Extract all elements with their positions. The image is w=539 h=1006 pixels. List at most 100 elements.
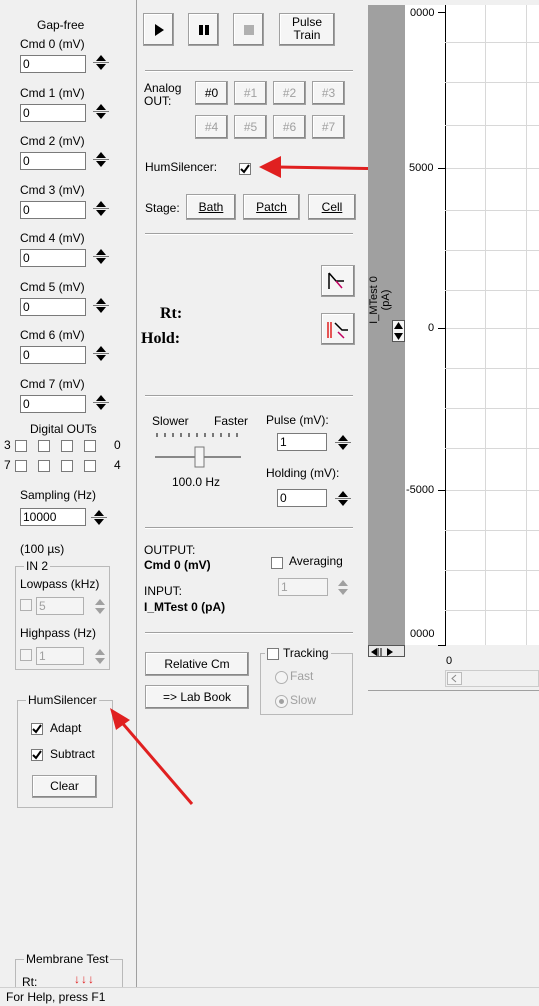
- cmd-6-input[interactable]: 0: [20, 346, 86, 364]
- cmd-6-spinner[interactable]: [93, 344, 109, 362]
- digital-out-checkbox[interactable]: [38, 460, 50, 472]
- analog-out-6-button[interactable]: #6: [273, 115, 306, 139]
- cmd-3-spinner[interactable]: [93, 199, 109, 217]
- pause-button[interactable]: [188, 13, 219, 46]
- horizontal-scrollbar[interactable]: [445, 670, 539, 687]
- highpass-input[interactable]: 1: [36, 647, 84, 665]
- waveform-icon: [328, 272, 344, 289]
- in2-title: IN 2: [24, 559, 51, 573]
- analog-out-2-button[interactable]: #2: [273, 81, 306, 105]
- tracking-checkbox[interactable]: [267, 647, 279, 660]
- axis-scale-spinner[interactable]: [392, 320, 405, 342]
- x-label-start: 0: [446, 655, 453, 667]
- stage-cell-button[interactable]: Cell: [308, 194, 356, 220]
- cmd-4-spinner[interactable]: [93, 247, 109, 265]
- averaging-spinner[interactable]: [335, 578, 351, 596]
- plot-y-axis: [405, 5, 445, 645]
- sampling-period: (100 µs): [20, 542, 65, 556]
- membrane-plot-button[interactable]: [321, 265, 355, 297]
- grid-line: [485, 5, 486, 645]
- averaging-checkbox[interactable]: [271, 557, 283, 569]
- highpass-spinner[interactable]: [92, 647, 108, 665]
- lab-book-button[interactable]: => Lab Book: [145, 685, 249, 709]
- membrane-rt-value: ↓↓↓: [74, 972, 95, 986]
- cmd-5-input[interactable]: 0: [20, 297, 86, 316]
- stage-cell-label: Cell: [321, 200, 343, 214]
- digital-out-checkbox[interactable]: [61, 460, 73, 472]
- cmd-7-spinner[interactable]: [93, 393, 109, 411]
- scroll-left-button[interactable]: [447, 672, 462, 685]
- status-text: For Help, press F1: [6, 990, 106, 1004]
- pulse-spinner[interactable]: [335, 433, 351, 451]
- digital-out-checkbox[interactable]: [15, 460, 27, 472]
- clear-button[interactable]: Clear: [32, 775, 97, 798]
- humsilencer-group-title: HumSilencer: [26, 693, 99, 707]
- checkmark-icon: [32, 724, 42, 734]
- subtract-label: Subtract: [50, 747, 95, 761]
- divider: [145, 233, 353, 235]
- analog-out-0-button[interactable]: #0: [195, 81, 228, 105]
- slow-radio[interactable]: [275, 695, 288, 708]
- cmd-0-spinner[interactable]: [93, 53, 109, 71]
- cmd-1-spinner[interactable]: [93, 102, 109, 120]
- fast-radio[interactable]: [275, 671, 288, 684]
- y-label-0: 0: [428, 322, 435, 334]
- grid-line: [445, 408, 539, 409]
- highpass-checkbox[interactable]: [20, 649, 32, 661]
- analog-out-3-button[interactable]: #3: [312, 81, 345, 105]
- grid-line: [445, 290, 539, 291]
- stop-button[interactable]: [233, 13, 264, 46]
- sampling-input[interactable]: 10000: [20, 508, 86, 526]
- plot-scroll-buttons[interactable]: [368, 645, 405, 657]
- plot-canvas[interactable]: [445, 5, 539, 645]
- faster-label: Faster: [214, 414, 249, 428]
- cmd-0-input[interactable]: 0: [20, 55, 86, 73]
- y-label-top: 0000: [410, 7, 435, 19]
- analog-out-7-button[interactable]: #7: [312, 115, 345, 139]
- holding-input[interactable]: 0: [277, 489, 327, 507]
- cmd-2-input[interactable]: 0: [20, 152, 86, 170]
- lowpass-spinner[interactable]: [92, 597, 108, 615]
- subtract-checkbox[interactable]: [31, 749, 43, 761]
- cmd-5-label: Cmd 5 (mV): [20, 279, 85, 294]
- lowpass-input[interactable]: 5: [36, 597, 84, 615]
- averaging-label: Averaging: [289, 554, 343, 568]
- cmd-2-spinner[interactable]: [93, 150, 109, 168]
- grid-line: [445, 328, 539, 329]
- lowpass-checkbox[interactable]: [20, 599, 32, 611]
- axis-label-box: I_MTest 0 (pA): [368, 240, 392, 360]
- adapt-checkbox[interactable]: [31, 723, 43, 735]
- digital-out-checkbox[interactable]: [84, 440, 96, 452]
- digital-out-checkbox[interactable]: [38, 440, 50, 452]
- checkmark-icon: [32, 750, 42, 760]
- relative-cm-button[interactable]: Relative Cm: [145, 652, 249, 676]
- digital-row1-left: 3: [4, 438, 11, 452]
- stage-patch-button[interactable]: Patch: [243, 194, 300, 220]
- humsilencer-checkbox[interactable]: [239, 163, 251, 175]
- cmd-3-input[interactable]: 0: [20, 200, 86, 219]
- analog-out-4-button[interactable]: #4: [195, 115, 228, 139]
- pulse-input[interactable]: 1: [277, 433, 327, 451]
- membrane-fit-button[interactable]: [321, 313, 355, 345]
- digital-out-checkbox[interactable]: [61, 440, 73, 452]
- status-bar: For Help, press F1: [0, 987, 539, 1006]
- digital-out-checkbox[interactable]: [84, 460, 96, 472]
- averaging-input[interactable]: 1: [278, 578, 328, 596]
- digital-out-checkbox[interactable]: [15, 440, 27, 452]
- input-value: I_MTest 0 (pA): [144, 600, 226, 614]
- stage-bath-button[interactable]: Bath: [186, 194, 236, 220]
- holding-spinner[interactable]: [335, 489, 351, 507]
- sampling-spinner[interactable]: [91, 508, 107, 526]
- pulse-label: Pulse (mV):: [266, 413, 329, 427]
- cmd-4-value: 0: [23, 251, 30, 265]
- cmd-7-input[interactable]: 0: [20, 394, 86, 413]
- analog-out-1-button[interactable]: #1: [234, 81, 267, 105]
- analog-out-5-button[interactable]: #5: [234, 115, 267, 139]
- pulse-train-button[interactable]: Pulse Train: [279, 13, 335, 46]
- frequency-slider[interactable]: [153, 433, 243, 469]
- cmd-1-input[interactable]: 0: [20, 103, 86, 122]
- output-label: OUTPUT:: [144, 543, 196, 557]
- cmd-5-spinner[interactable]: [93, 296, 109, 314]
- play-button[interactable]: [143, 13, 174, 46]
- cmd-4-input[interactable]: 0: [20, 249, 86, 267]
